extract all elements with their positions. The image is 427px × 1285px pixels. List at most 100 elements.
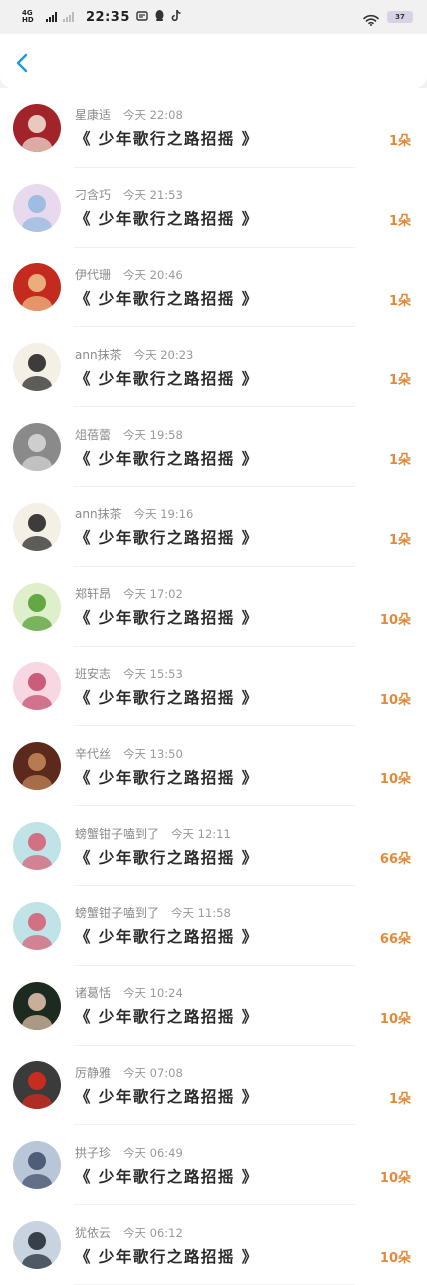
list-item-info: ann抹茶 今天 19:16 《 少年歌行之路招摇 》 [75, 505, 427, 548]
gift-record-list: 星康适 今天 22:08 《 少年歌行之路招摇 》 1朵 刁含巧 今天 21:5… [0, 88, 427, 1285]
user-name[interactable]: 俎蓓蕾 [75, 426, 111, 443]
avatar[interactable] [13, 822, 61, 871]
list-item-meta: 伊代珊 今天 20:46 [75, 266, 427, 283]
book-title: 《 少年歌行之路招摇 》 [75, 210, 259, 229]
list-item-meta: ann抹茶 今天 20:23 [75, 346, 427, 363]
avatar[interactable] [13, 1061, 61, 1110]
avatar[interactable] [13, 582, 61, 631]
avatar[interactable] [13, 662, 61, 711]
timestamp: 今天 07:08 [123, 1065, 183, 1080]
book-title: 《 少年歌行之路招摇 》 [75, 609, 259, 628]
book-title: 《 少年歌行之路招摇 》 [75, 369, 259, 388]
gift-count: 1朵 [388, 453, 411, 469]
list-item[interactable]: 班安志 今天 15:53 《 少年歌行之路招摇 》 10朵 [0, 647, 427, 727]
list-item[interactable]: 螃蟹钳子嗑到了 今天 12:11 《 少年歌行之路招摇 》 66朵 [0, 806, 427, 886]
user-name[interactable]: 伊代珊 [75, 266, 111, 283]
user-name[interactable]: 星康适 [75, 106, 111, 123]
list-item[interactable]: 犹依云 今天 06:12 《 少年歌行之路招摇 》 10朵 [0, 1205, 427, 1285]
gift-count: 10朵 [379, 1011, 411, 1027]
book-title: 《 少年歌行之路招摇 》 [75, 529, 259, 548]
gift-count: 10朵 [379, 692, 411, 708]
user-name[interactable]: 辛代丝 [75, 745, 111, 762]
list-item-meta: 班安志 今天 15:53 [75, 665, 427, 682]
user-name[interactable]: 厉静雅 [75, 1064, 111, 1081]
list-item-info: 星康适 今天 22:08 《 少年歌行之路招摇 》 [75, 106, 427, 149]
user-name[interactable]: 螃蟹钳子嗑到了 [75, 825, 159, 842]
list-item[interactable]: 厉静雅 今天 07:08 《 少年歌行之路招摇 》 1朵 [0, 1046, 427, 1126]
timestamp: 今天 06:12 [123, 1225, 183, 1240]
list-item-meta: ann抹茶 今天 19:16 [75, 505, 427, 522]
user-name[interactable]: 犹依云 [75, 1224, 111, 1241]
gift-count: 1朵 [388, 293, 411, 309]
timestamp: 今天 17:02 [123, 587, 183, 602]
avatar[interactable] [13, 502, 61, 551]
user-name[interactable]: 班安志 [75, 665, 111, 682]
book-title: 《 少年歌行之路招摇 》 [75, 848, 259, 867]
avatar[interactable] [13, 1141, 61, 1190]
list-item[interactable]: 拱子珍 今天 06:49 《 少年歌行之路招摇 》 10朵 [0, 1125, 427, 1205]
signal-icon [46, 12, 57, 22]
list-item[interactable]: 伊代珊 今天 20:46 《 少年歌行之路招摇 》 1朵 [0, 248, 427, 328]
user-name[interactable]: ann抹茶 [75, 346, 122, 363]
avatar[interactable] [13, 183, 61, 232]
user-name[interactable]: 拱子珍 [75, 1144, 111, 1161]
list-item[interactable]: 刁含巧 今天 21:53 《 少年歌行之路招摇 》 1朵 [0, 168, 427, 248]
list-item-info: 刁含巧 今天 21:53 《 少年歌行之路招摇 》 [75, 186, 427, 229]
list-item[interactable]: ann抹茶 今天 19:16 《 少年歌行之路招摇 》 1朵 [0, 487, 427, 567]
list-item-meta: 俎蓓蕾 今天 19:58 [75, 426, 427, 443]
timestamp: 今天 20:46 [123, 267, 183, 282]
list-item[interactable]: ann抹茶 今天 20:23 《 少年歌行之路招摇 》 1朵 [0, 327, 427, 407]
list-item-info: 郑轩昂 今天 17:02 《 少年歌行之路招摇 》 [75, 585, 427, 628]
list-item-info: 拱子珍 今天 06:49 《 少年歌行之路招摇 》 [75, 1144, 427, 1187]
gift-count: 10朵 [379, 1251, 411, 1267]
user-name[interactable]: 螃蟹钳子嗑到了 [75, 904, 159, 921]
list-item[interactable]: 辛代丝 今天 13:50 《 少年歌行之路招摇 》 10朵 [0, 726, 427, 806]
gift-count: 10朵 [379, 612, 411, 628]
nav-bar [0, 34, 427, 88]
list-item-meta: 厉静雅 今天 07:08 [75, 1064, 427, 1081]
list-item[interactable]: 郑轩昂 今天 17:02 《 少年歌行之路招摇 》 10朵 [0, 567, 427, 647]
avatar[interactable] [13, 901, 61, 950]
list-item[interactable]: 俎蓓蕾 今天 19:58 《 少年歌行之路招摇 》 1朵 [0, 407, 427, 487]
list-item-meta: 诸葛恬 今天 10:24 [75, 984, 427, 1001]
gift-count: 66朵 [379, 852, 411, 868]
gift-count: 1朵 [388, 134, 411, 149]
list-item-meta: 螃蟹钳子嗑到了 今天 11:58 [75, 904, 427, 921]
list-item-meta: 拱子珍 今天 06:49 [75, 1144, 427, 1161]
timestamp: 今天 22:08 [123, 108, 183, 123]
list-item-info: 厉静雅 今天 07:08 《 少年歌行之路招摇 》 [75, 1064, 427, 1107]
list-item-info: 螃蟹钳子嗑到了 今天 11:58 《 少年歌行之路招摇 》 [75, 904, 427, 947]
book-title: 《 少年歌行之路招摇 》 [75, 928, 259, 947]
timestamp: 今天 21:53 [123, 188, 183, 203]
user-name[interactable]: 刁含巧 [75, 186, 111, 203]
battery-level: 37 [395, 13, 405, 21]
user-name[interactable]: 郑轩昂 [75, 585, 111, 602]
avatar[interactable] [13, 1221, 61, 1270]
list-item[interactable]: 诸葛恬 今天 10:24 《 少年歌行之路招摇 》 10朵 [0, 966, 427, 1046]
back-button[interactable] [12, 52, 34, 74]
avatar[interactable] [13, 423, 61, 472]
timestamp: 今天 13:50 [123, 746, 183, 761]
avatar[interactable] [13, 981, 61, 1030]
avatar[interactable] [13, 103, 61, 152]
list-item[interactable]: 星康适 今天 22:08 《 少年歌行之路招摇 》 1朵 [0, 88, 427, 168]
list-item-info: ann抹茶 今天 20:23 《 少年歌行之路招摇 》 [75, 346, 427, 389]
signal-icon-2 [63, 12, 74, 22]
book-title: 《 少年歌行之路招摇 》 [75, 688, 259, 707]
user-name[interactable]: ann抹茶 [75, 505, 122, 522]
status-left: 4G HD 22:35 [22, 9, 183, 25]
list-item-meta: 辛代丝 今天 13:50 [75, 745, 427, 762]
avatar[interactable] [13, 263, 61, 312]
list-item[interactable]: 螃蟹钳子嗑到了 今天 11:58 《 少年歌行之路招摇 》 66朵 [0, 886, 427, 966]
status-bar: 4G HD 22:35 37 [0, 0, 427, 34]
avatar[interactable] [13, 343, 61, 392]
book-title: 《 少年歌行之路招摇 》 [75, 1167, 259, 1186]
gift-count: 1朵 [388, 373, 411, 389]
list-item-info: 诸葛恬 今天 10:24 《 少年歌行之路招摇 》 [75, 984, 427, 1027]
book-title: 《 少年歌行之路招摇 》 [75, 1087, 259, 1106]
avatar[interactable] [13, 742, 61, 791]
user-name[interactable]: 诸葛恬 [75, 984, 111, 1001]
gift-count: 1朵 [388, 532, 411, 548]
list-item-meta: 犹依云 今天 06:12 [75, 1224, 427, 1241]
timestamp: 今天 10:24 [123, 986, 183, 1001]
